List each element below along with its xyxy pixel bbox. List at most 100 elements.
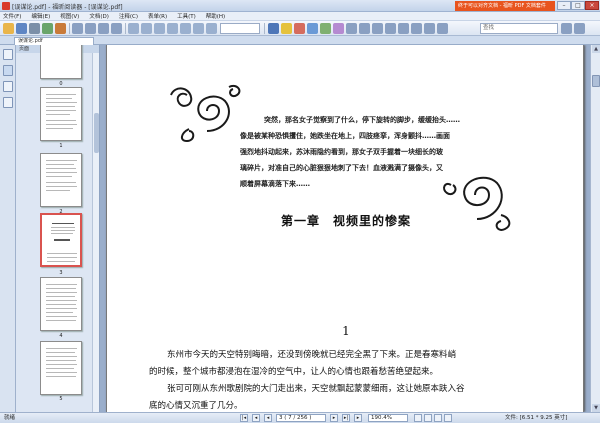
bookmark-icon[interactable]: [411, 23, 422, 34]
menu-view[interactable]: 视图(V): [60, 12, 79, 20]
note-icon[interactable]: [281, 23, 292, 34]
fit-page-icon[interactable]: [180, 23, 191, 34]
status-text: 就绪: [4, 415, 16, 421]
minimize-button[interactable]: –: [557, 1, 571, 10]
zoom-combo[interactable]: [220, 23, 260, 34]
body-line: 东州市今天的天空特别晦暗，还没到傍晚就已经完全黑了下来。正是春寒料峭: [167, 350, 457, 360]
previous-page-icon[interactable]: ◂: [252, 414, 260, 422]
toolbar: 查找: [0, 21, 600, 36]
tab-document[interactable]: 误谋论.pdf: [14, 37, 94, 45]
page-thumbnail[interactable]: [40, 341, 82, 395]
menu-document[interactable]: 文档(D): [89, 12, 109, 20]
status-bar: 就绪 |◂ ◂ ◂ 3 ( 7 / 256 ) ▸ ▸| ▸ 190.4% 文件…: [0, 412, 600, 423]
open-folder-icon[interactable]: [3, 23, 14, 34]
pdf-page: 突然，那名女子觉察到了什么，停下旋转的脚步，缓缓抬头…… 像是被某种恐惧攫住，她…: [106, 45, 584, 412]
measure-icon[interactable]: [372, 23, 383, 34]
menu-edit[interactable]: 编辑(E): [31, 12, 50, 20]
continuous-view-icon[interactable]: [424, 414, 432, 422]
menu-file[interactable]: 文件(F): [3, 12, 21, 20]
close-button[interactable]: ×: [585, 1, 599, 10]
chapter-title: 第一章 视频里的惨案: [280, 214, 411, 228]
document-scrollbar[interactable]: ▲ ▼: [590, 45, 600, 412]
maximize-button[interactable]: □: [571, 1, 585, 10]
tab-strip: 误谋论.pdf: [0, 36, 600, 45]
page-thumbnail-label: 3: [59, 270, 63, 276]
thumbnail-panel: 页面 0 1 2 3 4 5: [16, 45, 100, 412]
title-bar: [误谋论.pdf] - 福昕阅读器 - [误谋论.pdf] 终于可以对齐文档 -…: [0, 0, 600, 12]
single-page-view-icon[interactable]: [414, 414, 422, 422]
select-text-icon[interactable]: [85, 23, 96, 34]
last-page-icon[interactable]: ▸|: [342, 414, 350, 422]
section-number: 1: [342, 324, 350, 338]
zoom-in-icon[interactable]: [206, 23, 217, 34]
body-line: 底的心情又沉重了几分。: [149, 401, 243, 411]
search-input[interactable]: 查找: [480, 23, 558, 34]
document-scroll-thumb[interactable]: [592, 75, 600, 87]
thumbnail-scrollbar[interactable]: [92, 53, 99, 412]
app-logo-icon: [2, 2, 10, 10]
sign-icon[interactable]: [385, 23, 396, 34]
page-thumbnail[interactable]: [40, 45, 82, 79]
menu-help[interactable]: 帮助(H): [206, 12, 225, 20]
image-icon[interactable]: [359, 23, 370, 34]
search-icon[interactable]: [561, 23, 572, 34]
intro-line: 像是被某种恐惧攫住，她跌坐在地上，四肢痉挛，浑身颤抖……画面: [240, 132, 450, 140]
highlight-icon[interactable]: [294, 23, 305, 34]
fullscreen-icon[interactable]: [437, 23, 448, 34]
page-number-field[interactable]: 3 ( 7 / 256 ): [276, 414, 326, 422]
page-thumbnail-label: 1: [59, 143, 63, 149]
menu-form[interactable]: 表单(R): [148, 12, 167, 20]
page-thumbnail-label: 4: [59, 333, 63, 339]
bookmarks-panel-icon[interactable]: [3, 49, 13, 60]
hand-tool-icon[interactable]: [72, 23, 83, 34]
pages-panel-icon[interactable]: [3, 65, 13, 76]
rotate-icon[interactable]: [154, 23, 165, 34]
print-icon[interactable]: [29, 23, 40, 34]
scroll-down-icon[interactable]: ▼: [592, 404, 600, 412]
page-thumbnail-selected[interactable]: [40, 213, 82, 267]
properties-icon[interactable]: [424, 23, 435, 34]
export-icon[interactable]: [55, 23, 66, 34]
next-view-icon[interactable]: ▸: [354, 414, 362, 422]
stamp-icon[interactable]: [333, 23, 344, 34]
attachments-panel-icon[interactable]: [3, 97, 13, 108]
fit-width-icon[interactable]: [167, 23, 178, 34]
page-thumbnail[interactable]: [40, 153, 82, 207]
previous-view-icon[interactable]: ◂: [264, 414, 272, 422]
save-icon[interactable]: [16, 23, 27, 34]
protect-icon[interactable]: [398, 23, 409, 34]
search-options-icon[interactable]: [574, 23, 585, 34]
menu-comment[interactable]: 注释(C): [119, 12, 138, 20]
shape-icon[interactable]: [307, 23, 318, 34]
page-thumbnail[interactable]: [40, 87, 82, 141]
facing-view-icon[interactable]: [434, 414, 442, 422]
body-line: 张可可刚从东州歌剧院的大门走出来，天空就飘起蒙蒙细雨，这让她原本趺入谷: [167, 384, 465, 394]
next-page-icon[interactable]: ▸: [330, 414, 338, 422]
continuous-facing-view-icon[interactable]: [444, 414, 452, 422]
swirl-ornament-top-left: [170, 85, 241, 143]
page-thumbnail[interactable]: [40, 277, 82, 331]
redo-icon[interactable]: [141, 23, 152, 34]
scroll-up-icon[interactable]: ▲: [592, 45, 600, 53]
layers-panel-icon[interactable]: [3, 81, 13, 92]
typewriter-icon[interactable]: [268, 23, 279, 34]
snapshot-icon[interactable]: [98, 23, 109, 34]
zoom-field[interactable]: 190.4%: [368, 414, 408, 422]
page-size-info: 文件: [6.51 * 9.25 英寸]: [505, 415, 568, 421]
body-line: 的时候，整个城市都浸泡在湿冷的空气中，让人的心情也跟着愁苦绝望起来。: [149, 367, 439, 377]
first-page-icon[interactable]: |◂: [240, 414, 248, 422]
thumbnail-scroll-thumb[interactable]: [94, 113, 99, 153]
link-icon[interactable]: [320, 23, 331, 34]
navigation-rail: [0, 45, 16, 412]
attach-icon[interactable]: [346, 23, 357, 34]
email-icon[interactable]: [42, 23, 53, 34]
toolbar-separator: [69, 23, 70, 34]
zoom-out-icon[interactable]: [193, 23, 204, 34]
intro-line: 璃碎片，对准自己的心脏狠狠地刺了下去！血液溅满了摄像头，又: [240, 164, 443, 172]
menu-tools[interactable]: 工具(T): [177, 12, 196, 20]
body-text: 东州市今天的天空特别晦暗，还没到傍晚就已经完全黑了下来。正是春寒料峭 的时候，整…: [149, 347, 549, 412]
zoom-in-tool-icon[interactable]: [111, 23, 122, 34]
undo-icon[interactable]: [128, 23, 139, 34]
intro-passage: 突然，那名女子觉察到了什么，停下旋转的脚步，缓缓抬头…… 像是被某种恐惧攫住，她…: [240, 112, 502, 192]
promo-banner[interactable]: 终于可以对齐文档 - 福昕 PDF 文档套件: [455, 1, 555, 11]
